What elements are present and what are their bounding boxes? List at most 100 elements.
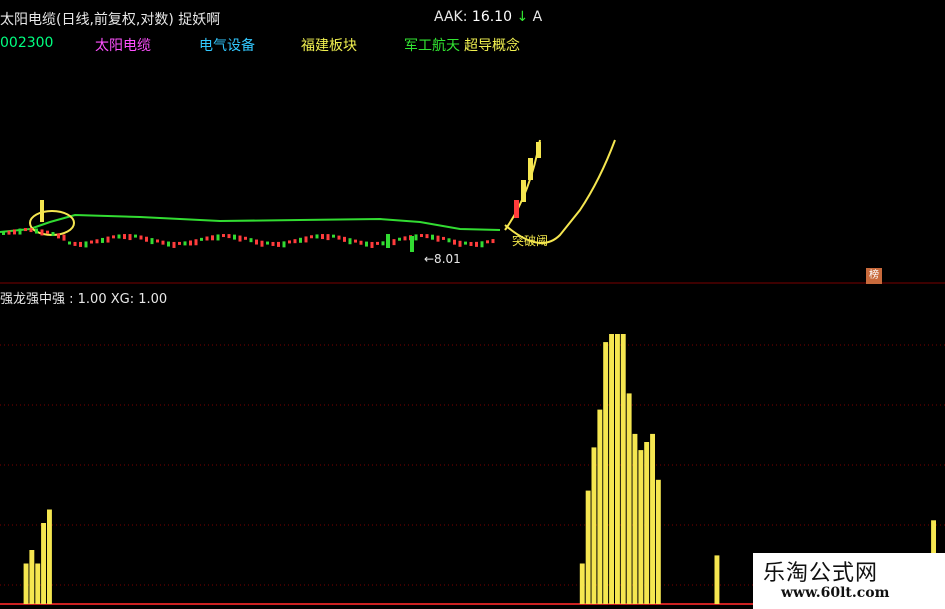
indicator-bar <box>579 563 585 604</box>
indicator-bar <box>609 334 614 604</box>
indicator-bar <box>591 447 597 604</box>
indicator-bar <box>632 433 638 604</box>
candlestick <box>29 228 33 233</box>
candlestick <box>442 236 445 240</box>
candlestick <box>521 180 526 202</box>
candlestick <box>447 238 451 243</box>
indicator-bar <box>585 490 591 604</box>
candlestick <box>386 234 390 248</box>
low-price-annotation: ←8.01 <box>424 252 461 266</box>
candlestick <box>310 235 313 239</box>
candlestick <box>403 236 407 241</box>
candlestick <box>145 236 148 242</box>
candlestick <box>183 241 187 246</box>
site-watermark: 乐淘公式网 www.60lt.com <box>753 553 945 609</box>
candlestick <box>414 234 418 241</box>
candlestick <box>260 240 264 247</box>
tag-region[interactable]: 福建板块 <box>301 35 357 55</box>
candlestick <box>90 240 93 244</box>
candlestick <box>469 241 473 246</box>
candlestick <box>68 241 71 245</box>
candlestick <box>244 236 247 240</box>
candlestick <box>128 234 132 241</box>
tag-industry[interactable]: 电气设备 <box>199 35 255 55</box>
indicator-bar <box>620 334 626 604</box>
candlestick <box>2 232 5 235</box>
candlestick <box>480 241 484 248</box>
indicator-label: 强龙强中强 : 1.00 XG: 1.00 <box>0 292 168 307</box>
candlestick <box>255 239 258 245</box>
candlestick <box>288 240 291 244</box>
tag-concept-military[interactable]: 军工航天 <box>404 35 460 55</box>
indicator-bar <box>23 563 29 604</box>
candlestick <box>24 228 27 232</box>
candlestick <box>35 228 38 234</box>
candlestick <box>211 235 214 241</box>
candlestick <box>7 230 11 235</box>
chart-title: 太阳电缆(日线,前复权,对数) 捉妖啊 <box>0 12 221 28</box>
candlestick <box>46 230 49 234</box>
indicator-bar <box>41 523 46 604</box>
candlestick <box>453 239 456 245</box>
indicator-bar <box>35 563 41 604</box>
candlestick <box>271 241 275 246</box>
aak-indicator: AAK: 16.10 ↓ A <box>434 9 542 25</box>
candlestick <box>51 232 55 237</box>
candlestick <box>238 235 242 242</box>
candlestick <box>365 241 368 247</box>
tag-concept-superconductor[interactable]: 超导概念 <box>464 35 520 55</box>
candlestick <box>79 241 82 247</box>
watermark-url: www.60lt.com <box>781 585 890 601</box>
candlestick <box>200 237 203 241</box>
candlestick <box>420 234 423 238</box>
flag-icon: 榜 <box>866 268 882 284</box>
candlestick <box>249 238 253 243</box>
candlestick <box>410 236 414 252</box>
candlestick <box>315 234 319 239</box>
candlestick <box>150 238 154 245</box>
indicator-bar <box>615 334 620 604</box>
candlestick <box>436 235 440 242</box>
candlestick <box>491 239 495 244</box>
candlestick <box>161 240 165 245</box>
candlestick <box>62 234 66 241</box>
indicator-bar <box>603 342 609 604</box>
candlestick <box>370 241 374 248</box>
candlestick <box>359 240 363 245</box>
candlestick <box>178 241 181 245</box>
candlestick <box>84 241 88 248</box>
candlestick <box>139 235 143 240</box>
candlestick <box>464 241 467 245</box>
aak-value: 16.10 <box>471 9 512 25</box>
candlestick <box>304 236 308 243</box>
candlestick <box>266 241 269 245</box>
candlestick <box>106 236 110 243</box>
candlestick <box>343 236 346 242</box>
candlestick <box>73 241 77 246</box>
candlestick <box>156 239 159 243</box>
candlestick <box>475 241 478 247</box>
moving-average-line <box>0 213 501 233</box>
candlestick <box>536 142 541 158</box>
tag-stock-name[interactable]: 太阳电缆 <box>95 35 151 55</box>
candlestick <box>293 239 297 244</box>
indicator-bar <box>650 433 655 604</box>
candlestick <box>167 241 170 247</box>
candlestick <box>458 240 462 247</box>
candlestick <box>101 237 104 243</box>
candlestick <box>337 235 341 240</box>
candlestick <box>321 234 324 240</box>
candlestick <box>282 241 286 248</box>
breakout-annotation: 突破阈 <box>512 234 549 248</box>
candlestick <box>227 234 231 239</box>
candlestick <box>528 158 533 180</box>
candlestick <box>117 234 121 239</box>
indicator-bar <box>29 550 35 604</box>
candlestick <box>205 236 209 241</box>
candlestick <box>189 240 192 246</box>
indicator-bar <box>655 479 661 604</box>
candlestick <box>332 234 335 238</box>
indicator-bar <box>644 442 650 604</box>
candlestick <box>222 234 225 238</box>
candlestick <box>40 229 44 236</box>
